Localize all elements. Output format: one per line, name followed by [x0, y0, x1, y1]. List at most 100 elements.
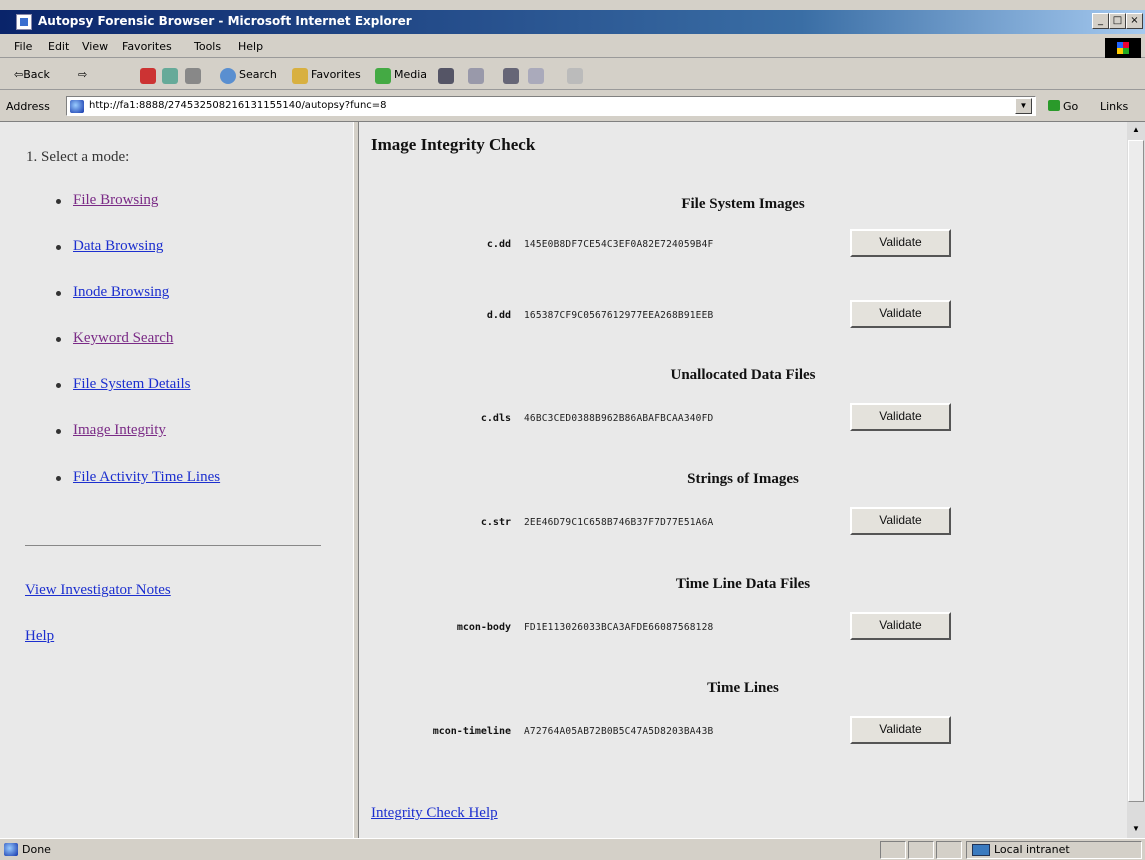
integrity-check-help-link[interactable]: Integrity Check Help	[371, 805, 498, 822]
mode-link-image-integrity[interactable]: Image Integrity	[73, 422, 166, 439]
file-name: mcon-body	[456, 622, 511, 633]
media-icon	[375, 68, 391, 84]
menu-tools[interactable]: Tools	[194, 40, 221, 53]
section-heading: File System Images	[681, 196, 805, 212]
status-text: Done	[22, 843, 51, 856]
file-hash: 2EE46D79C1C658B746B37F7D77E51A6A	[524, 517, 714, 528]
bullet-icon	[56, 337, 61, 342]
title-bar: Autopsy Forensic Browser - Microsoft Int…	[0, 10, 1145, 34]
mode-frame: 1. Select a mode: File Browsing Data Brow…	[0, 122, 353, 838]
links-button[interactable]: Links	[1100, 100, 1128, 113]
investigator-notes-link[interactable]: View Investigator Notes	[25, 582, 171, 599]
menu-edit[interactable]: Edit	[48, 40, 69, 53]
mode-link-inode-browsing[interactable]: Inode Browsing	[73, 284, 169, 301]
content-area: 1. Select a mode: File Browsing Data Brow…	[0, 121, 1145, 838]
file-row: mcon-timeline A72764A05AB72B0B5C47A5D8203…	[359, 716, 1127, 746]
history-icon[interactable]	[438, 68, 454, 84]
file-name: c.str	[480, 517, 511, 528]
validate-button[interactable]: Validate	[850, 507, 951, 535]
go-label: Go	[1063, 100, 1079, 113]
mode-heading: 1. Select a mode:	[26, 149, 130, 165]
favorites-button[interactable]: Favorites	[311, 68, 361, 81]
mode-link-data-browsing[interactable]: Data Browsing	[73, 238, 163, 255]
mail-icon[interactable]	[468, 68, 484, 84]
maximize-button[interactable]: □	[1109, 13, 1126, 29]
back-button[interactable]: ⇦Back	[14, 68, 50, 81]
file-name: d.dd	[486, 310, 511, 321]
toolbar: ⇦Back ⇨ Search Favorites Media	[0, 62, 1145, 90]
mode-link-file-activity-time-lines[interactable]: File Activity Time Lines	[73, 469, 220, 486]
status-cell	[936, 841, 962, 859]
menu-file[interactable]: File	[14, 40, 32, 53]
status-cell	[908, 841, 934, 859]
status-bar: Done Local intranet	[0, 838, 1145, 860]
mode-link-file-browsing[interactable]: File Browsing	[73, 192, 158, 209]
address-dropdown-icon[interactable]: ▼	[1015, 98, 1032, 114]
file-row: mcon-body FD1E113026033BCA3AFDE6608756812…	[359, 612, 1127, 642]
bullet-icon	[56, 245, 61, 250]
browser-window: Autopsy Forensic Browser - Microsoft Int…	[0, 0, 1145, 860]
validate-button[interactable]: Validate	[850, 300, 951, 328]
status-cell	[880, 841, 906, 859]
page-status-icon	[4, 843, 18, 856]
file-row: c.dd 145E0B8DF7CE54C3EF0A82E724059B4F Vali…	[359, 229, 1127, 259]
bullet-icon	[56, 476, 61, 481]
home-icon[interactable]	[185, 68, 201, 84]
validate-button[interactable]: Validate	[850, 716, 951, 744]
file-hash: 165387CF9C0567612977EEA268B91EEB	[524, 310, 714, 321]
bullet-icon	[56, 291, 61, 296]
page-icon	[70, 100, 84, 113]
intranet-icon	[972, 844, 990, 856]
help-link[interactable]: Help	[25, 628, 54, 645]
refresh-icon[interactable]	[162, 68, 178, 84]
section-heading: Time Lines	[707, 680, 779, 696]
validate-button[interactable]: Validate	[850, 403, 951, 431]
search-button[interactable]: Search	[239, 68, 277, 81]
menu-favorites[interactable]: Favorites	[122, 40, 172, 53]
search-icon	[220, 68, 236, 84]
menu-bar: File Edit View Favorites Tools Help	[0, 36, 1145, 58]
menu-view[interactable]: View	[82, 40, 108, 53]
scroll-down-icon[interactable]: ▼	[1127, 821, 1145, 838]
close-button[interactable]: ×	[1126, 13, 1143, 29]
scroll-thumb[interactable]	[1128, 140, 1144, 802]
address-label: Address	[6, 100, 50, 113]
favorites-icon	[292, 68, 308, 84]
file-row: c.str 2EE46D79C1C658B746B37F7D77E51A6A Val…	[359, 507, 1127, 537]
file-row: d.dd 165387CF9C0567612977EEA268B91EEB Vali…	[359, 300, 1127, 330]
file-name: c.dls	[480, 413, 511, 424]
window-title: Autopsy Forensic Browser - Microsoft Int…	[38, 14, 412, 28]
validate-button[interactable]: Validate	[850, 612, 951, 640]
vertical-scrollbar[interactable]: ▲ ▼	[1127, 122, 1145, 838]
forward-button[interactable]: ⇨	[78, 68, 87, 81]
page-title: Image Integrity Check	[371, 135, 536, 154]
mode-link-file-system-details[interactable]: File System Details	[73, 376, 191, 393]
bullet-icon	[56, 199, 61, 204]
stop-icon[interactable]	[140, 68, 156, 84]
file-name: mcon-timeline	[432, 726, 511, 737]
scroll-up-icon[interactable]: ▲	[1127, 122, 1145, 139]
validate-button[interactable]: Validate	[850, 229, 951, 257]
minimize-button[interactable]: _	[1092, 13, 1109, 29]
address-input[interactable]: http://fa1:8888/274532508216131155140/au…	[66, 96, 1036, 116]
windows-logo-icon	[1105, 38, 1141, 58]
file-hash: 46BC3CED0388B962B86ABAFBCAA340FD	[524, 413, 714, 424]
go-button[interactable]: Go	[1048, 100, 1078, 113]
section-heading: Time Line Data Files	[675, 576, 811, 592]
print-icon[interactable]	[503, 68, 519, 84]
edit-icon[interactable]	[528, 68, 544, 84]
discuss-icon[interactable]	[567, 68, 583, 84]
bullet-icon	[56, 383, 61, 388]
file-hash: A72764A05AB72B0B5C47A5D8203BA43B	[524, 726, 714, 737]
file-hash: FD1E113026033BCA3AFDE66087568128	[524, 622, 714, 633]
file-name: c.dd	[486, 239, 511, 250]
address-bar: Address http://fa1:8888/2745325082161311…	[0, 93, 1145, 119]
file-hash: 145E0B8DF7CE54C3EF0A82E724059B4F	[524, 239, 714, 250]
mode-link-keyword-search[interactable]: Keyword Search	[73, 330, 173, 347]
bullet-icon	[56, 429, 61, 434]
file-row: c.dls 46BC3CED0388B962B86ABAFBCAA340FD Val…	[359, 403, 1127, 433]
go-icon	[1048, 100, 1060, 111]
media-button[interactable]: Media	[394, 68, 427, 81]
section-heading: Unallocated Data Files	[670, 367, 816, 383]
menu-help[interactable]: Help	[238, 40, 263, 53]
